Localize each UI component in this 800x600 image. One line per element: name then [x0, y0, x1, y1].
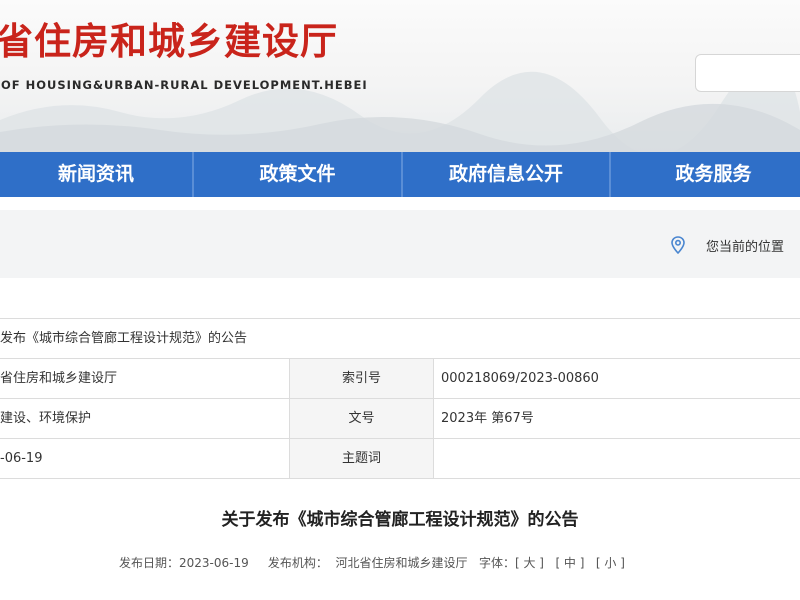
site-subtitle: OF HOUSING&URBAN-RURAL DEVELOPMENT.HEBEI [1, 78, 368, 92]
publish-org-label: 发布机构： [267, 556, 328, 570]
info-docno-value: 2023年 第67号 [441, 411, 534, 426]
search-input[interactable] [695, 54, 800, 92]
info-row-publisher: 省住房和城乡建设厅 索引号 000218069/2023-00860 [0, 358, 800, 398]
main-nav: 新闻资讯 政策文件 政府信息公开 政务服务 [0, 152, 800, 197]
info-row-date: -06-19 主题词 [0, 438, 800, 479]
site-header: 省住房和城乡建设厅 OF HOUSING&URBAN-RURAL DEVELOP… [0, 0, 800, 152]
info-row-category: 建设、环境保护 文号 2023年 第67号 [0, 398, 800, 438]
info-docno-label: 文号 [289, 399, 434, 438]
publish-date-label: 发布日期： [119, 556, 180, 570]
font-size-label: 字体： [478, 556, 515, 570]
publish-date: 2023-06-19 [179, 556, 249, 570]
info-index-value: 000218069/2023-00860 [441, 371, 599, 386]
info-index-label: 索引号 [289, 359, 434, 398]
info-title-value: 发布《城市综合管廊工程设计规范》的公告 [0, 331, 248, 346]
info-publisher-value: 省住房和城乡建设厅 [0, 371, 118, 386]
info-date-value: -06-19 [0, 451, 43, 466]
article-meta: 发布日期：2023-06-19 发布机构： 河北省住房和城乡建设厅 字体：[ 大… [119, 554, 625, 571]
nav-item-policy[interactable]: 政策文件 [194, 152, 401, 197]
font-size-small-button[interactable]: [ 小 ] [596, 556, 625, 570]
breadcrumb-label: 您当前的位置 [706, 240, 785, 255]
article-title: 关于发布《城市综合管廊工程设计规范》的公告 [221, 510, 579, 530]
location-pin-icon [671, 236, 685, 254]
info-category-value: 建设、环境保护 [0, 411, 92, 426]
nav-item-info-disclosure[interactable]: 政府信息公开 [403, 152, 609, 197]
nav-item-news[interactable]: 新闻资讯 [0, 152, 192, 197]
publish-org: 河北省住房和城乡建设厅 [335, 556, 468, 570]
info-row-title: 发布《城市综合管廊工程设计规范》的公告 [0, 318, 800, 358]
font-size-large-button[interactable]: [ 大 ] [515, 556, 544, 570]
info-keywords-label: 主题词 [289, 439, 434, 478]
nav-item-services[interactable]: 政务服务 [611, 152, 800, 197]
site-title: 省住房和城乡建设厅 [0, 20, 338, 63]
font-size-medium-button[interactable]: [ 中 ] [555, 556, 584, 570]
